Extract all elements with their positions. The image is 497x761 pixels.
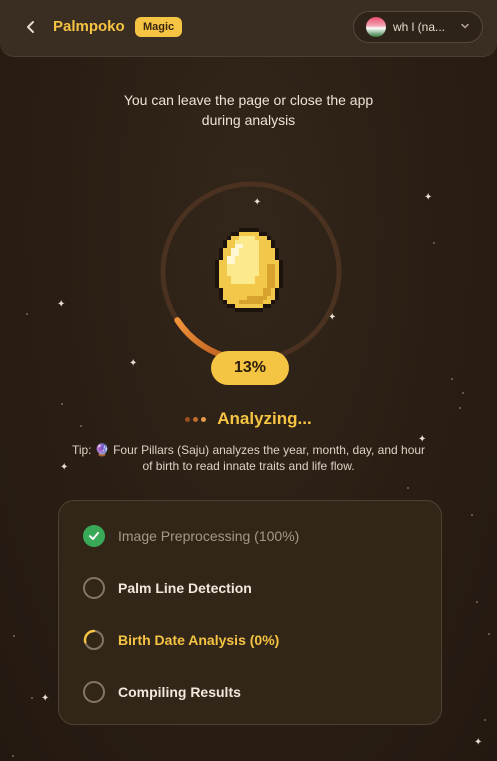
step-birth-date-analysis: Birth Date Analysis (0%) bbox=[83, 628, 279, 652]
dot bbox=[12, 755, 14, 757]
dot bbox=[462, 392, 464, 394]
empty-circle-icon bbox=[83, 681, 105, 703]
dot bbox=[13, 635, 15, 637]
analysis-status: Analyzing... bbox=[0, 409, 497, 429]
dot bbox=[451, 378, 453, 380]
step-compiling-results: Compiling Results bbox=[83, 680, 241, 704]
analysis-steps-card: Image Preprocessing (100%) Palm Line Det… bbox=[58, 500, 442, 725]
sparkle-icon: ✦ bbox=[60, 462, 69, 473]
dot bbox=[476, 601, 478, 603]
dot bbox=[471, 514, 473, 516]
check-icon bbox=[83, 525, 105, 547]
spinner-icon bbox=[83, 629, 105, 651]
step-label: Image Preprocessing (100%) bbox=[118, 528, 300, 544]
sparkle-icon: ✦ bbox=[424, 192, 433, 203]
golden-egg-mascot bbox=[215, 228, 283, 312]
notice-line: during analysis bbox=[201, 112, 296, 128]
sparkle-icon: ✦ bbox=[129, 358, 138, 369]
back-button[interactable] bbox=[20, 16, 42, 38]
dot bbox=[433, 242, 435, 244]
tip-text: Tip: 🔮 Four Pillars (Saju) analyzes the … bbox=[71, 443, 426, 473]
profile-selector[interactable]: wh l (na... bbox=[353, 11, 483, 43]
avatar bbox=[366, 17, 386, 37]
dot bbox=[407, 487, 409, 489]
profile-name: wh l (na... bbox=[393, 20, 446, 34]
dot bbox=[484, 719, 486, 721]
dot bbox=[31, 697, 33, 699]
app-title: Palmpoko bbox=[53, 18, 125, 35]
chevron-left-icon bbox=[27, 21, 34, 33]
leave-page-notice: You can leave the page or close the app … bbox=[0, 90, 497, 130]
dot bbox=[488, 633, 490, 635]
step-label: Birth Date Analysis (0%) bbox=[118, 632, 280, 648]
step-palm-line-detection: Palm Line Detection bbox=[83, 576, 252, 600]
magic-badge: Magic bbox=[135, 17, 183, 37]
analyzing-label: Analyzing... bbox=[217, 409, 312, 428]
sparkle-icon: ✦ bbox=[57, 299, 66, 310]
sparkle-icon: ✦ bbox=[474, 737, 483, 748]
loading-dots-icon bbox=[185, 416, 209, 422]
dot bbox=[61, 403, 63, 405]
dot bbox=[26, 313, 28, 315]
top-bar: Palmpoko Magic wh l (na... bbox=[0, 0, 497, 57]
progress-percent-badge: 13% bbox=[211, 351, 289, 385]
step-label: Palm Line Detection bbox=[118, 580, 252, 596]
sparkle-icon: ✦ bbox=[41, 693, 50, 704]
step-label: Compiling Results bbox=[118, 684, 241, 700]
notice-line: You can leave the page or close the app bbox=[123, 92, 374, 108]
chevron-down-icon bbox=[461, 23, 469, 29]
step-image-preprocessing: Image Preprocessing (100%) bbox=[83, 524, 299, 548]
empty-circle-icon bbox=[83, 577, 105, 599]
